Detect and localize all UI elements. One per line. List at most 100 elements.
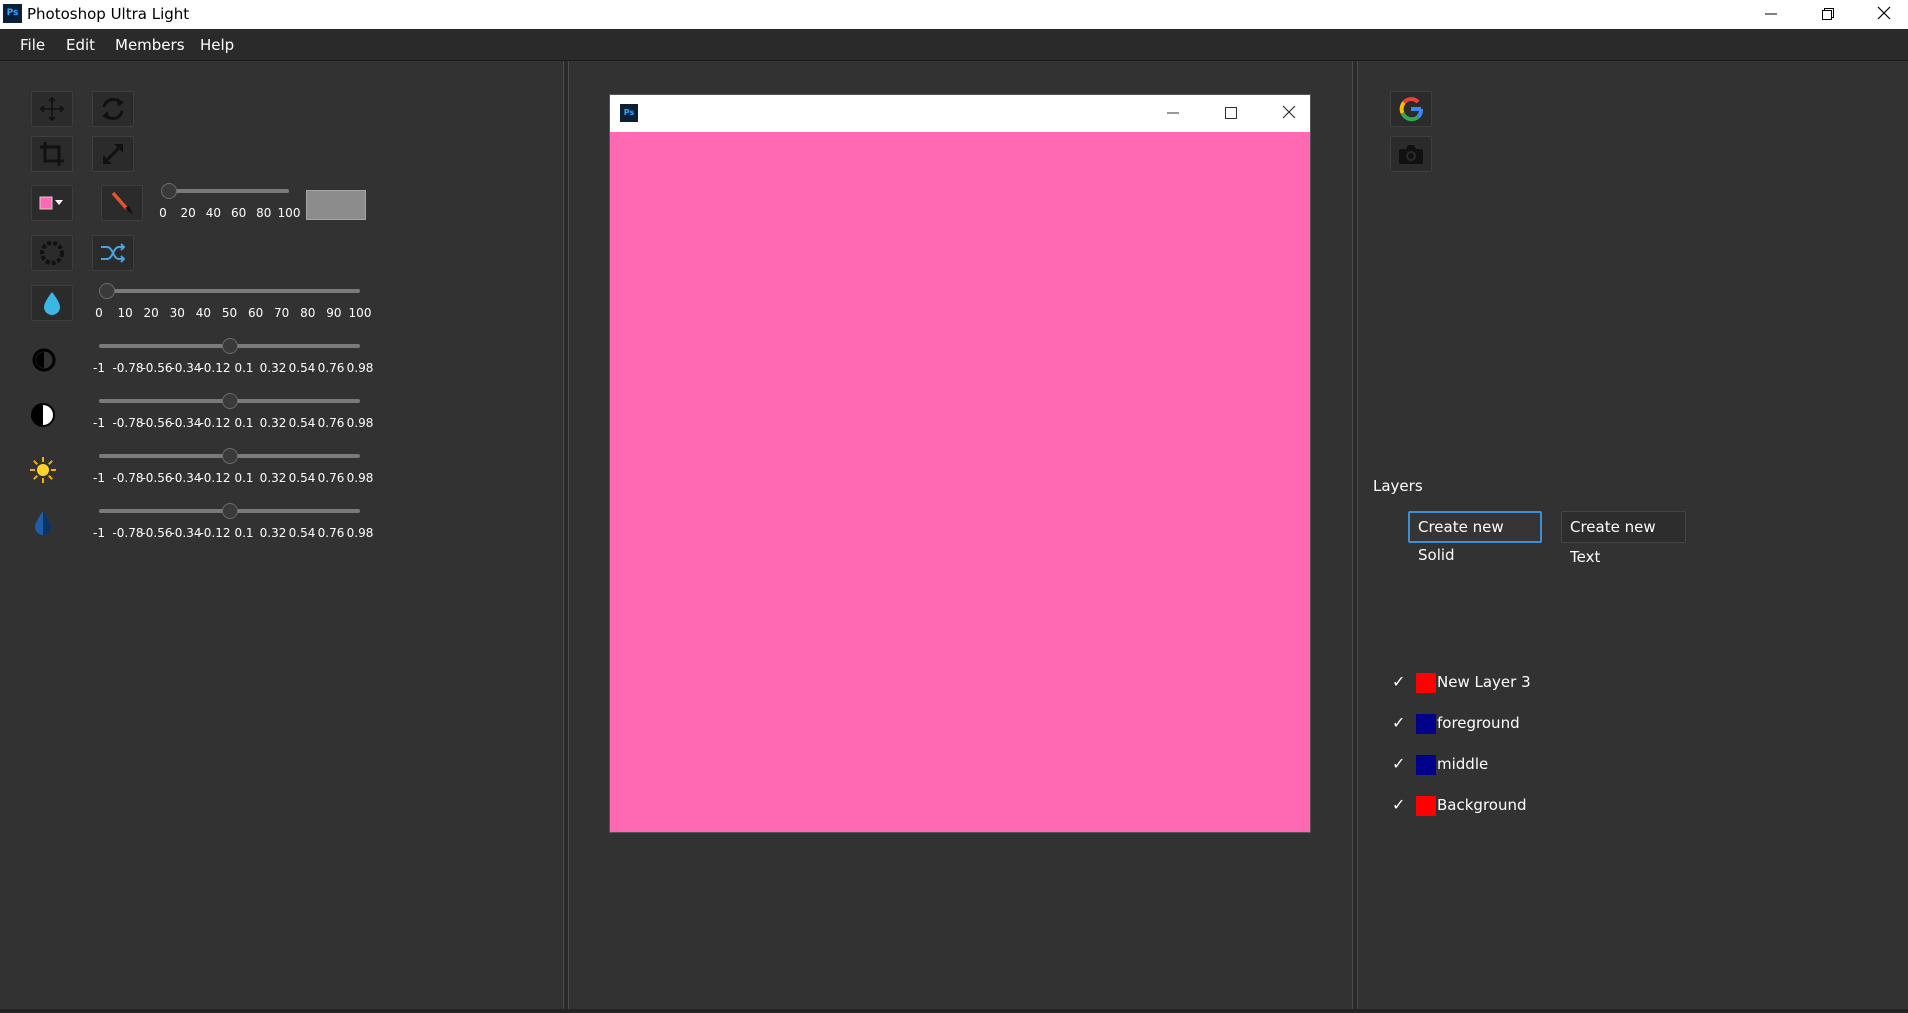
opacity-slider[interactable] [99, 283, 360, 299]
close-icon [1877, 6, 1891, 20]
saturation-thumb[interactable] [221, 503, 238, 519]
opacity-tick: 20 [143, 306, 159, 320]
exposure-tick: -0.34 [170, 361, 202, 375]
exposure-tick: -0.78 [112, 361, 144, 375]
resize-tool-button[interactable] [92, 136, 134, 172]
exposure-tick: -0.12 [199, 361, 231, 375]
layer-color-swatch [1416, 755, 1436, 775]
brightness-tick: -0.56 [141, 471, 173, 485]
brush-size-tick: 40 [205, 206, 222, 220]
layer-color-swatch [1416, 673, 1436, 693]
canvas-minimize-button[interactable] [1144, 95, 1202, 132]
brush-size-tick: 0 [159, 206, 167, 220]
saturation-tick: -0.12 [199, 526, 231, 540]
menu-bar: File Edit Members Help [0, 29, 1908, 61]
app-window: Ps Photoshop Ultra Light File Edit Membe… [0, 0, 1908, 1013]
minimize-icon [1765, 13, 1777, 15]
canvas-title-bar[interactable]: Ps [610, 95, 1310, 132]
crop-icon [40, 142, 64, 166]
contrast-tick: 0.32 [259, 416, 287, 430]
contrast-slider[interactable] [99, 393, 360, 409]
saturation-tick: -1 [93, 526, 105, 540]
shuffle-tool-button[interactable] [92, 235, 134, 271]
brightness-thumb[interactable] [221, 448, 238, 464]
layer-visibility-checkbox[interactable]: ✓ [1392, 755, 1410, 773]
layers-heading: Layers [1373, 477, 1423, 495]
contrast-tick: -0.34 [170, 416, 202, 430]
layer-visibility-checkbox[interactable]: ✓ [1392, 673, 1410, 691]
opacity-tick: 50 [221, 306, 238, 320]
color-picker-button[interactable] [31, 185, 73, 221]
opacity-thumb[interactable] [99, 283, 115, 299]
brightness-slider[interactable] [99, 448, 360, 464]
brush-size-tick: 60 [230, 206, 247, 220]
contrast-tick: 0.54 [288, 416, 316, 430]
app-logo-icon: Ps [3, 4, 22, 23]
opacity-tick: 40 [195, 306, 212, 320]
layer-visibility-checkbox[interactable]: ✓ [1392, 796, 1410, 814]
contrast-tick: -0.12 [199, 416, 231, 430]
brightness-tick: 0.76 [317, 471, 345, 485]
brush-size-tick: 100 [277, 206, 301, 220]
exposure-tick: 0.54 [288, 361, 316, 375]
exposure-slider[interactable] [99, 338, 360, 354]
canvas-close-button[interactable] [1260, 95, 1318, 132]
brush-size-tick: 20 [180, 206, 196, 220]
canvas-window: Ps [610, 95, 1310, 832]
crop-tool-button[interactable] [31, 136, 73, 172]
contrast-tick: -1 [93, 416, 105, 430]
menu-edit[interactable]: Edit [66, 36, 95, 54]
google-icon [1399, 97, 1423, 122]
close-button[interactable] [1856, 0, 1908, 29]
brightness-tick: -0.78 [112, 471, 144, 485]
restore-button[interactable] [1800, 0, 1856, 29]
drawing-canvas[interactable] [610, 132, 1310, 832]
exposure-thumb[interactable] [221, 338, 238, 354]
rotate-tool-button[interactable] [92, 91, 134, 127]
camera-button[interactable] [1390, 136, 1432, 172]
rotate-icon [102, 98, 124, 120]
saturation-tick: 0.76 [317, 526, 345, 540]
opacity-tick: 60 [247, 306, 264, 320]
shuffle-icon [101, 243, 126, 263]
exposure-tick: -0.56 [141, 361, 173, 375]
create-solid-button[interactable]: Create new Solid [1408, 511, 1542, 564]
menu-members[interactable]: Members [115, 36, 185, 54]
color-dropdown-icon [39, 196, 63, 210]
canvas-maximize-button[interactable] [1202, 95, 1260, 132]
title-bar: Ps Photoshop Ultra Light [0, 0, 1908, 29]
contrast-tick: 0.98 [346, 416, 374, 430]
status-strip [0, 1009, 1908, 1013]
move-tool-button[interactable] [31, 91, 73, 127]
contrast-thumb[interactable] [221, 393, 238, 409]
water-drop-tool-button[interactable] [31, 285, 73, 321]
menu-file[interactable]: File [20, 36, 45, 54]
create-text-button[interactable]: Create new Text [1561, 511, 1686, 566]
contrast-icon [31, 403, 55, 427]
layer-color-swatch [1416, 714, 1436, 734]
brush-size-thumb[interactable] [161, 183, 178, 199]
half-circle-icon [32, 348, 56, 372]
saturation-slider[interactable] [99, 503, 360, 519]
opacity-tick: 80 [300, 306, 316, 320]
brightness-tick: -1 [93, 471, 105, 485]
brush-tool-button[interactable] [101, 185, 143, 221]
layer-visibility-checkbox[interactable]: ✓ [1392, 714, 1410, 732]
restore-icon [1822, 8, 1834, 20]
layer-name: New Layer 3 [1437, 673, 1531, 691]
opacity-tick: 100 [348, 306, 372, 320]
saturation-tick-labels: -1 -0.78 -0.56 -0.34 -0.12 0.1 0.32 0.54 0.76 0.9… [93, 526, 373, 540]
filter-tool-button[interactable] [31, 235, 73, 271]
minimize-button[interactable] [1743, 0, 1799, 29]
saturation-tick: -0.78 [112, 526, 144, 540]
exposure-tick: -1 [93, 361, 105, 375]
saturation-tick: 0.54 [288, 526, 316, 540]
brush-size-slider[interactable] [161, 183, 289, 199]
maximize-icon [1225, 107, 1237, 119]
filter-icon [40, 241, 64, 265]
google-button[interactable] [1390, 91, 1432, 127]
contrast-tick: 0.76 [317, 416, 345, 430]
menu-help[interactable]: Help [200, 36, 234, 54]
exposure-tick: 0.76 [317, 361, 345, 375]
layer-name: foreground [1437, 714, 1520, 732]
